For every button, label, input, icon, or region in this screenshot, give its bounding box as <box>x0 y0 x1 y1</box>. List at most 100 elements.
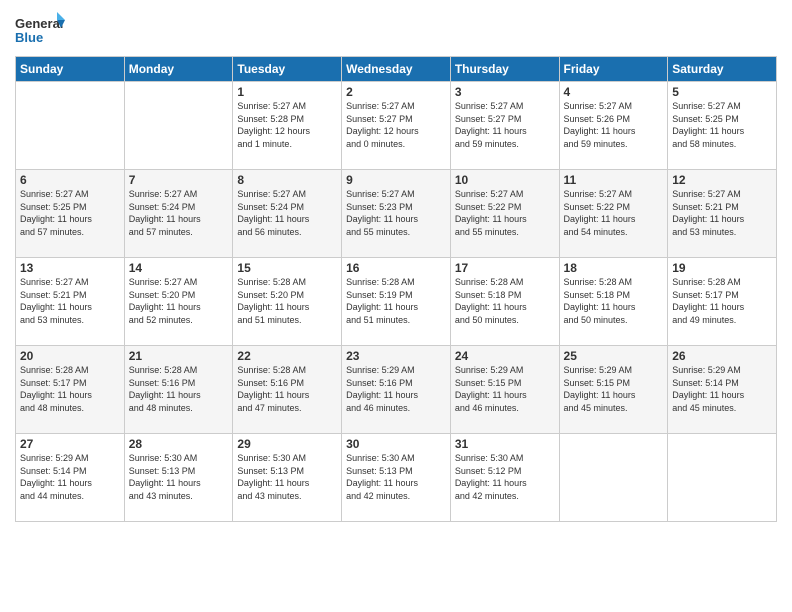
calendar-cell: 7Sunrise: 5:27 AM Sunset: 5:24 PM Daylig… <box>124 170 233 258</box>
day-number: 3 <box>455 85 555 99</box>
day-info: Sunrise: 5:27 AM Sunset: 5:21 PM Dayligh… <box>672 188 772 238</box>
day-info: Sunrise: 5:28 AM Sunset: 5:19 PM Dayligh… <box>346 276 446 326</box>
day-number: 9 <box>346 173 446 187</box>
day-number: 12 <box>672 173 772 187</box>
calendar-cell: 6Sunrise: 5:27 AM Sunset: 5:25 PM Daylig… <box>16 170 125 258</box>
day-info: Sunrise: 5:27 AM Sunset: 5:27 PM Dayligh… <box>346 100 446 150</box>
day-info: Sunrise: 5:29 AM Sunset: 5:16 PM Dayligh… <box>346 364 446 414</box>
day-info: Sunrise: 5:27 AM Sunset: 5:22 PM Dayligh… <box>455 188 555 238</box>
calendar-cell: 18Sunrise: 5:28 AM Sunset: 5:18 PM Dayli… <box>559 258 668 346</box>
day-info: Sunrise: 5:28 AM Sunset: 5:18 PM Dayligh… <box>455 276 555 326</box>
header-day: Saturday <box>668 57 777 82</box>
calendar-cell: 3Sunrise: 5:27 AM Sunset: 5:27 PM Daylig… <box>450 82 559 170</box>
day-number: 15 <box>237 261 337 275</box>
calendar-week: 27Sunrise: 5:29 AM Sunset: 5:14 PM Dayli… <box>16 434 777 522</box>
calendar-cell: 12Sunrise: 5:27 AM Sunset: 5:21 PM Dayli… <box>668 170 777 258</box>
day-info: Sunrise: 5:29 AM Sunset: 5:15 PM Dayligh… <box>564 364 664 414</box>
calendar-cell <box>668 434 777 522</box>
calendar-body: 1Sunrise: 5:27 AM Sunset: 5:28 PM Daylig… <box>16 82 777 522</box>
day-number: 27 <box>20 437 120 451</box>
calendar-cell: 11Sunrise: 5:27 AM Sunset: 5:22 PM Dayli… <box>559 170 668 258</box>
calendar-cell: 14Sunrise: 5:27 AM Sunset: 5:20 PM Dayli… <box>124 258 233 346</box>
calendar-cell: 10Sunrise: 5:27 AM Sunset: 5:22 PM Dayli… <box>450 170 559 258</box>
calendar-cell <box>124 82 233 170</box>
svg-text:Blue: Blue <box>15 30 43 45</box>
day-info: Sunrise: 5:27 AM Sunset: 5:24 PM Dayligh… <box>237 188 337 238</box>
calendar-cell <box>16 82 125 170</box>
logo-svg: General Blue <box>15 10 65 50</box>
day-number: 30 <box>346 437 446 451</box>
svg-text:General: General <box>15 16 63 31</box>
day-info: Sunrise: 5:28 AM Sunset: 5:17 PM Dayligh… <box>672 276 772 326</box>
day-number: 6 <box>20 173 120 187</box>
day-number: 14 <box>129 261 229 275</box>
calendar-cell: 1Sunrise: 5:27 AM Sunset: 5:28 PM Daylig… <box>233 82 342 170</box>
day-number: 22 <box>237 349 337 363</box>
day-number: 7 <box>129 173 229 187</box>
calendar-cell: 2Sunrise: 5:27 AM Sunset: 5:27 PM Daylig… <box>342 82 451 170</box>
day-number: 8 <box>237 173 337 187</box>
day-info: Sunrise: 5:27 AM Sunset: 5:20 PM Dayligh… <box>129 276 229 326</box>
day-info: Sunrise: 5:27 AM Sunset: 5:25 PM Dayligh… <box>672 100 772 150</box>
calendar-cell: 29Sunrise: 5:30 AM Sunset: 5:13 PM Dayli… <box>233 434 342 522</box>
logo: General Blue <box>15 10 65 50</box>
calendar-table: SundayMondayTuesdayWednesdayThursdayFrid… <box>15 56 777 522</box>
day-number: 18 <box>564 261 664 275</box>
calendar-cell: 26Sunrise: 5:29 AM Sunset: 5:14 PM Dayli… <box>668 346 777 434</box>
header-row: SundayMondayTuesdayWednesdayThursdayFrid… <box>16 57 777 82</box>
day-info: Sunrise: 5:27 AM Sunset: 5:23 PM Dayligh… <box>346 188 446 238</box>
header-day: Thursday <box>450 57 559 82</box>
calendar-cell: 22Sunrise: 5:28 AM Sunset: 5:16 PM Dayli… <box>233 346 342 434</box>
calendar-cell: 16Sunrise: 5:28 AM Sunset: 5:19 PM Dayli… <box>342 258 451 346</box>
day-number: 24 <box>455 349 555 363</box>
day-info: Sunrise: 5:30 AM Sunset: 5:13 PM Dayligh… <box>346 452 446 502</box>
header-day: Monday <box>124 57 233 82</box>
calendar-cell: 27Sunrise: 5:29 AM Sunset: 5:14 PM Dayli… <box>16 434 125 522</box>
header-day: Tuesday <box>233 57 342 82</box>
day-number: 1 <box>237 85 337 99</box>
day-number: 25 <box>564 349 664 363</box>
day-number: 11 <box>564 173 664 187</box>
calendar-cell: 8Sunrise: 5:27 AM Sunset: 5:24 PM Daylig… <box>233 170 342 258</box>
day-info: Sunrise: 5:27 AM Sunset: 5:28 PM Dayligh… <box>237 100 337 150</box>
day-number: 26 <box>672 349 772 363</box>
day-number: 13 <box>20 261 120 275</box>
day-info: Sunrise: 5:28 AM Sunset: 5:17 PM Dayligh… <box>20 364 120 414</box>
day-info: Sunrise: 5:30 AM Sunset: 5:12 PM Dayligh… <box>455 452 555 502</box>
day-number: 17 <box>455 261 555 275</box>
day-info: Sunrise: 5:28 AM Sunset: 5:20 PM Dayligh… <box>237 276 337 326</box>
page: General Blue SundayMondayTuesdayWednesda… <box>0 0 792 612</box>
day-info: Sunrise: 5:28 AM Sunset: 5:16 PM Dayligh… <box>129 364 229 414</box>
day-number: 5 <box>672 85 772 99</box>
day-number: 23 <box>346 349 446 363</box>
day-info: Sunrise: 5:29 AM Sunset: 5:15 PM Dayligh… <box>455 364 555 414</box>
calendar-cell: 4Sunrise: 5:27 AM Sunset: 5:26 PM Daylig… <box>559 82 668 170</box>
day-number: 16 <box>346 261 446 275</box>
day-number: 20 <box>20 349 120 363</box>
calendar-cell: 24Sunrise: 5:29 AM Sunset: 5:15 PM Dayli… <box>450 346 559 434</box>
day-info: Sunrise: 5:30 AM Sunset: 5:13 PM Dayligh… <box>129 452 229 502</box>
calendar-cell: 25Sunrise: 5:29 AM Sunset: 5:15 PM Dayli… <box>559 346 668 434</box>
day-number: 4 <box>564 85 664 99</box>
day-info: Sunrise: 5:29 AM Sunset: 5:14 PM Dayligh… <box>20 452 120 502</box>
calendar-cell: 28Sunrise: 5:30 AM Sunset: 5:13 PM Dayli… <box>124 434 233 522</box>
day-info: Sunrise: 5:27 AM Sunset: 5:22 PM Dayligh… <box>564 188 664 238</box>
header-day: Friday <box>559 57 668 82</box>
day-info: Sunrise: 5:27 AM Sunset: 5:24 PM Dayligh… <box>129 188 229 238</box>
day-number: 28 <box>129 437 229 451</box>
day-info: Sunrise: 5:30 AM Sunset: 5:13 PM Dayligh… <box>237 452 337 502</box>
day-number: 10 <box>455 173 555 187</box>
day-info: Sunrise: 5:29 AM Sunset: 5:14 PM Dayligh… <box>672 364 772 414</box>
calendar-cell: 9Sunrise: 5:27 AM Sunset: 5:23 PM Daylig… <box>342 170 451 258</box>
calendar-cell <box>559 434 668 522</box>
calendar-cell: 15Sunrise: 5:28 AM Sunset: 5:20 PM Dayli… <box>233 258 342 346</box>
calendar-week: 1Sunrise: 5:27 AM Sunset: 5:28 PM Daylig… <box>16 82 777 170</box>
day-info: Sunrise: 5:27 AM Sunset: 5:25 PM Dayligh… <box>20 188 120 238</box>
day-number: 2 <box>346 85 446 99</box>
day-info: Sunrise: 5:27 AM Sunset: 5:26 PM Dayligh… <box>564 100 664 150</box>
day-number: 19 <box>672 261 772 275</box>
day-info: Sunrise: 5:28 AM Sunset: 5:16 PM Dayligh… <box>237 364 337 414</box>
calendar-cell: 21Sunrise: 5:28 AM Sunset: 5:16 PM Dayli… <box>124 346 233 434</box>
day-number: 31 <box>455 437 555 451</box>
calendar-week: 6Sunrise: 5:27 AM Sunset: 5:25 PM Daylig… <box>16 170 777 258</box>
